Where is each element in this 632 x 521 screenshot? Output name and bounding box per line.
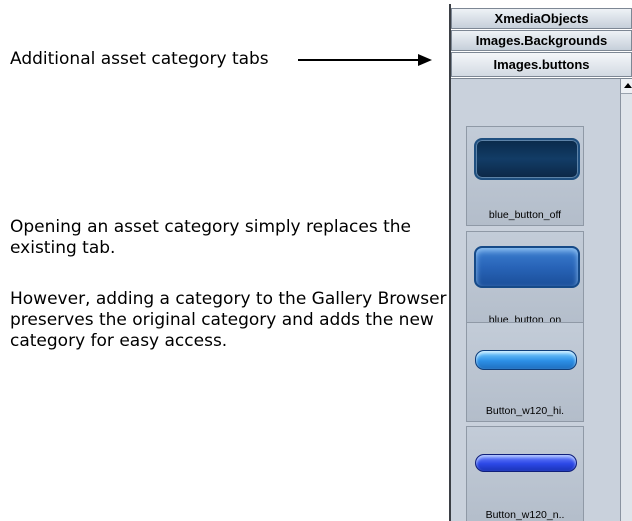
asset-panel: blue_button_off blue_button_on Button_w1… <box>451 78 632 521</box>
opening-category-note: Opening an asset category simply replace… <box>10 217 411 258</box>
gallery-browser: XmediaObjects Images.Backgrounds Images.… <box>449 4 632 521</box>
tab-images-backgrounds[interactable]: Images.Backgrounds <box>451 30 632 51</box>
asset-thumbnail-blue-button-on[interactable]: blue_button_on <box>466 231 584 331</box>
asset-label: Button_w120_hi. <box>485 405 565 417</box>
blue-button-off-image <box>474 138 580 180</box>
button-w120-n-image <box>475 454 577 472</box>
asset-thumbnail-button-w120-hi[interactable]: Button_w120_hi. <box>466 322 584 422</box>
vertical-scrollbar[interactable] <box>620 79 632 521</box>
button-w120-hi-image <box>475 350 577 370</box>
callout-arrow <box>298 54 432 66</box>
tab-xmediaobjects[interactable]: XmediaObjects <box>451 8 632 29</box>
blue-button-on-image <box>474 246 580 288</box>
tab-images-buttons[interactable]: Images.buttons <box>451 52 632 77</box>
scroll-up-arrow-icon[interactable] <box>621 79 632 94</box>
tabs-callout-text: Additional asset category tabs <box>10 49 269 69</box>
asset-label: blue_button_off <box>488 209 562 221</box>
asset-thumbnail-blue-button-off[interactable]: blue_button_off <box>466 126 584 226</box>
adding-category-note: However, adding a category to the Galler… <box>10 289 447 351</box>
asset-label: Button_w120_n.. <box>485 509 565 521</box>
asset-thumbnail-button-w120-n[interactable]: Button_w120_n.. <box>466 426 584 521</box>
